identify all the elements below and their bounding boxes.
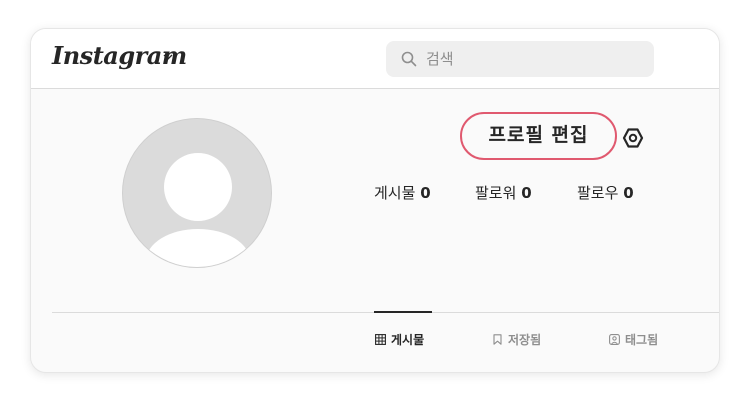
stat-followers[interactable]: 팔로워 0	[475, 182, 532, 203]
tab-posts[interactable]: 게시물	[375, 330, 424, 348]
grid-icon	[375, 333, 386, 345]
search-box[interactable]	[386, 41, 654, 77]
tab-label: 게시물	[391, 332, 425, 347]
tab-saved[interactable]: 저장됨	[492, 330, 541, 348]
stat-label: 팔로우	[577, 184, 619, 202]
stat-label: 게시물	[374, 184, 416, 202]
tab-label: 저장됨	[508, 332, 542, 347]
profile-card: Instagram 프로필 편집 게시물 0 팔로워 0 팔로우 0	[30, 28, 720, 373]
stat-label: 팔로워	[475, 184, 517, 202]
edit-profile-button[interactable]: 프로필 편집	[460, 112, 617, 160]
gear-icon[interactable]	[621, 126, 645, 150]
stat-following[interactable]: 팔로우 0	[577, 182, 634, 203]
tab-label: 태그됨	[625, 332, 659, 347]
active-tab-indicator	[374, 311, 432, 313]
tab-tagged[interactable]: 태그됨	[609, 330, 658, 348]
stat-count: 0	[623, 184, 634, 202]
stat-count: 0	[420, 184, 431, 202]
stat-count: 0	[521, 184, 532, 202]
bookmark-icon	[493, 333, 502, 345]
top-header: Instagram	[31, 29, 719, 89]
stat-posts: 게시물 0	[374, 182, 431, 203]
search-icon	[401, 51, 417, 67]
default-avatar-icon	[146, 153, 250, 267]
tagged-icon	[609, 333, 620, 345]
chevron-down-icon[interactable]	[162, 51, 174, 63]
avatar[interactable]	[122, 118, 272, 268]
search-input[interactable]	[426, 41, 646, 77]
